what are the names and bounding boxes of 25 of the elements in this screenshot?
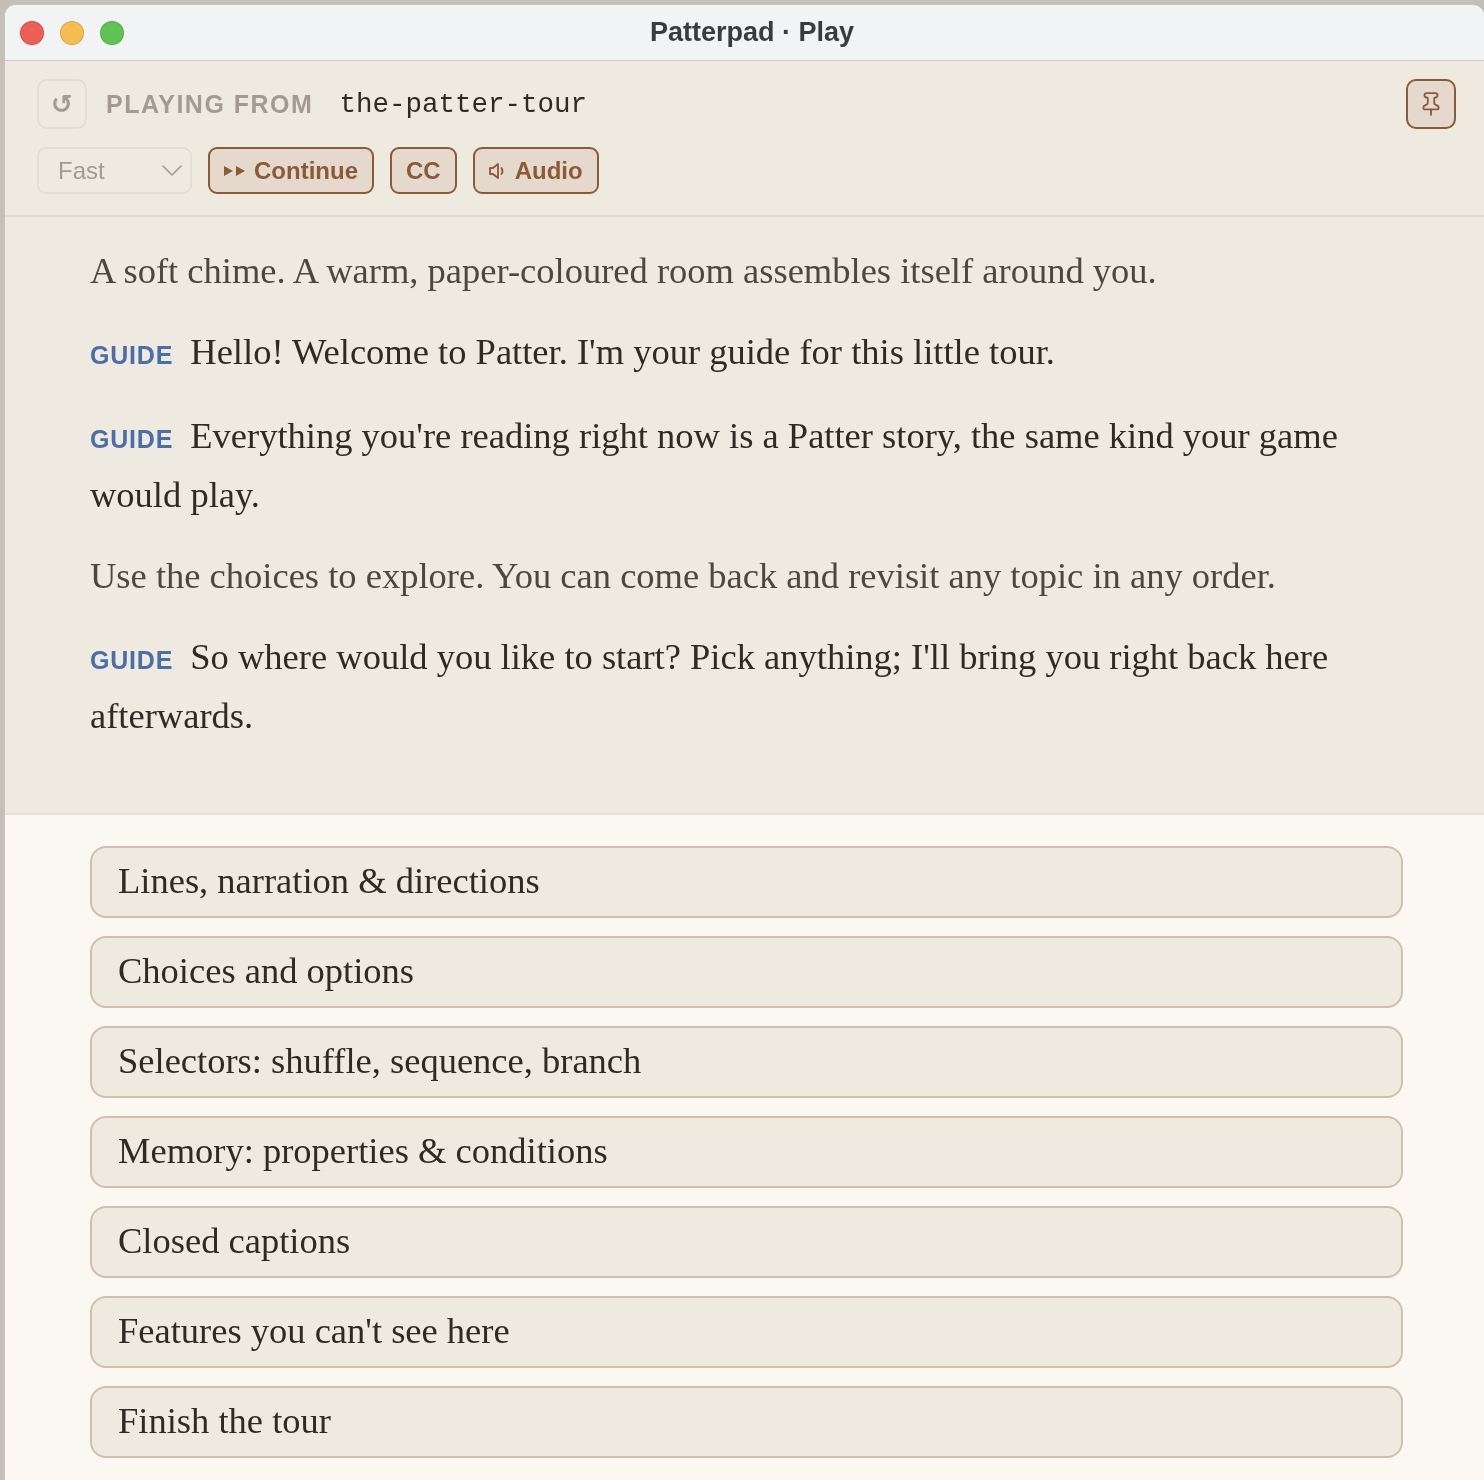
dialogue-line: GUIDE So where would you like to start? Pick anything; I'll bring you right back here afterwards. xyxy=(90,635,1330,738)
choice-button[interactable]: Choices and options xyxy=(90,936,1403,1008)
narration-text: Use the choices to explore. You can come back and revisit any topic in any order. xyxy=(90,554,1277,598)
choice-button[interactable]: Lines, narration & directions xyxy=(90,846,1403,918)
narration-text: A soft chime. A warm, paper-coloured room assembles itself around you. xyxy=(90,249,1158,293)
source-name: the-patter-tour xyxy=(339,88,587,120)
choice-button[interactable]: Memory: properties & conditions xyxy=(90,1116,1403,1188)
choice-button[interactable]: Selectors: shuffle, sequence, branch xyxy=(90,1026,1403,1098)
source-label: PLAYING FROM xyxy=(106,89,314,119)
dialogue-line: GUIDE Everything you're reading right now is a Patter story, the same kind your game would play. xyxy=(90,414,1339,517)
zoom-button[interactable] xyxy=(100,20,124,45)
choice-button[interactable]: Finish the tour xyxy=(90,1386,1403,1458)
choice-button[interactable]: Closed captions xyxy=(90,1206,1403,1278)
minimize-button[interactable] xyxy=(60,20,84,45)
window-title: Patterpad · Play xyxy=(649,17,855,48)
pin-button[interactable] xyxy=(1406,79,1456,129)
chevron-down-icon xyxy=(162,165,182,176)
audio-button[interactable]: Audio xyxy=(472,147,599,194)
speaker-icon xyxy=(488,162,506,179)
fast-forward-icon xyxy=(224,165,245,176)
close-button[interactable] xyxy=(20,20,44,45)
choice-button[interactable]: Features you can't see here xyxy=(90,1296,1403,1368)
dialogue-line: GUIDE Hello! Welcome to Patter. I'm your guide for this little tour. xyxy=(90,330,1056,374)
captions-button[interactable]: CC xyxy=(390,147,457,194)
continue-button[interactable]: Continue xyxy=(208,147,374,194)
